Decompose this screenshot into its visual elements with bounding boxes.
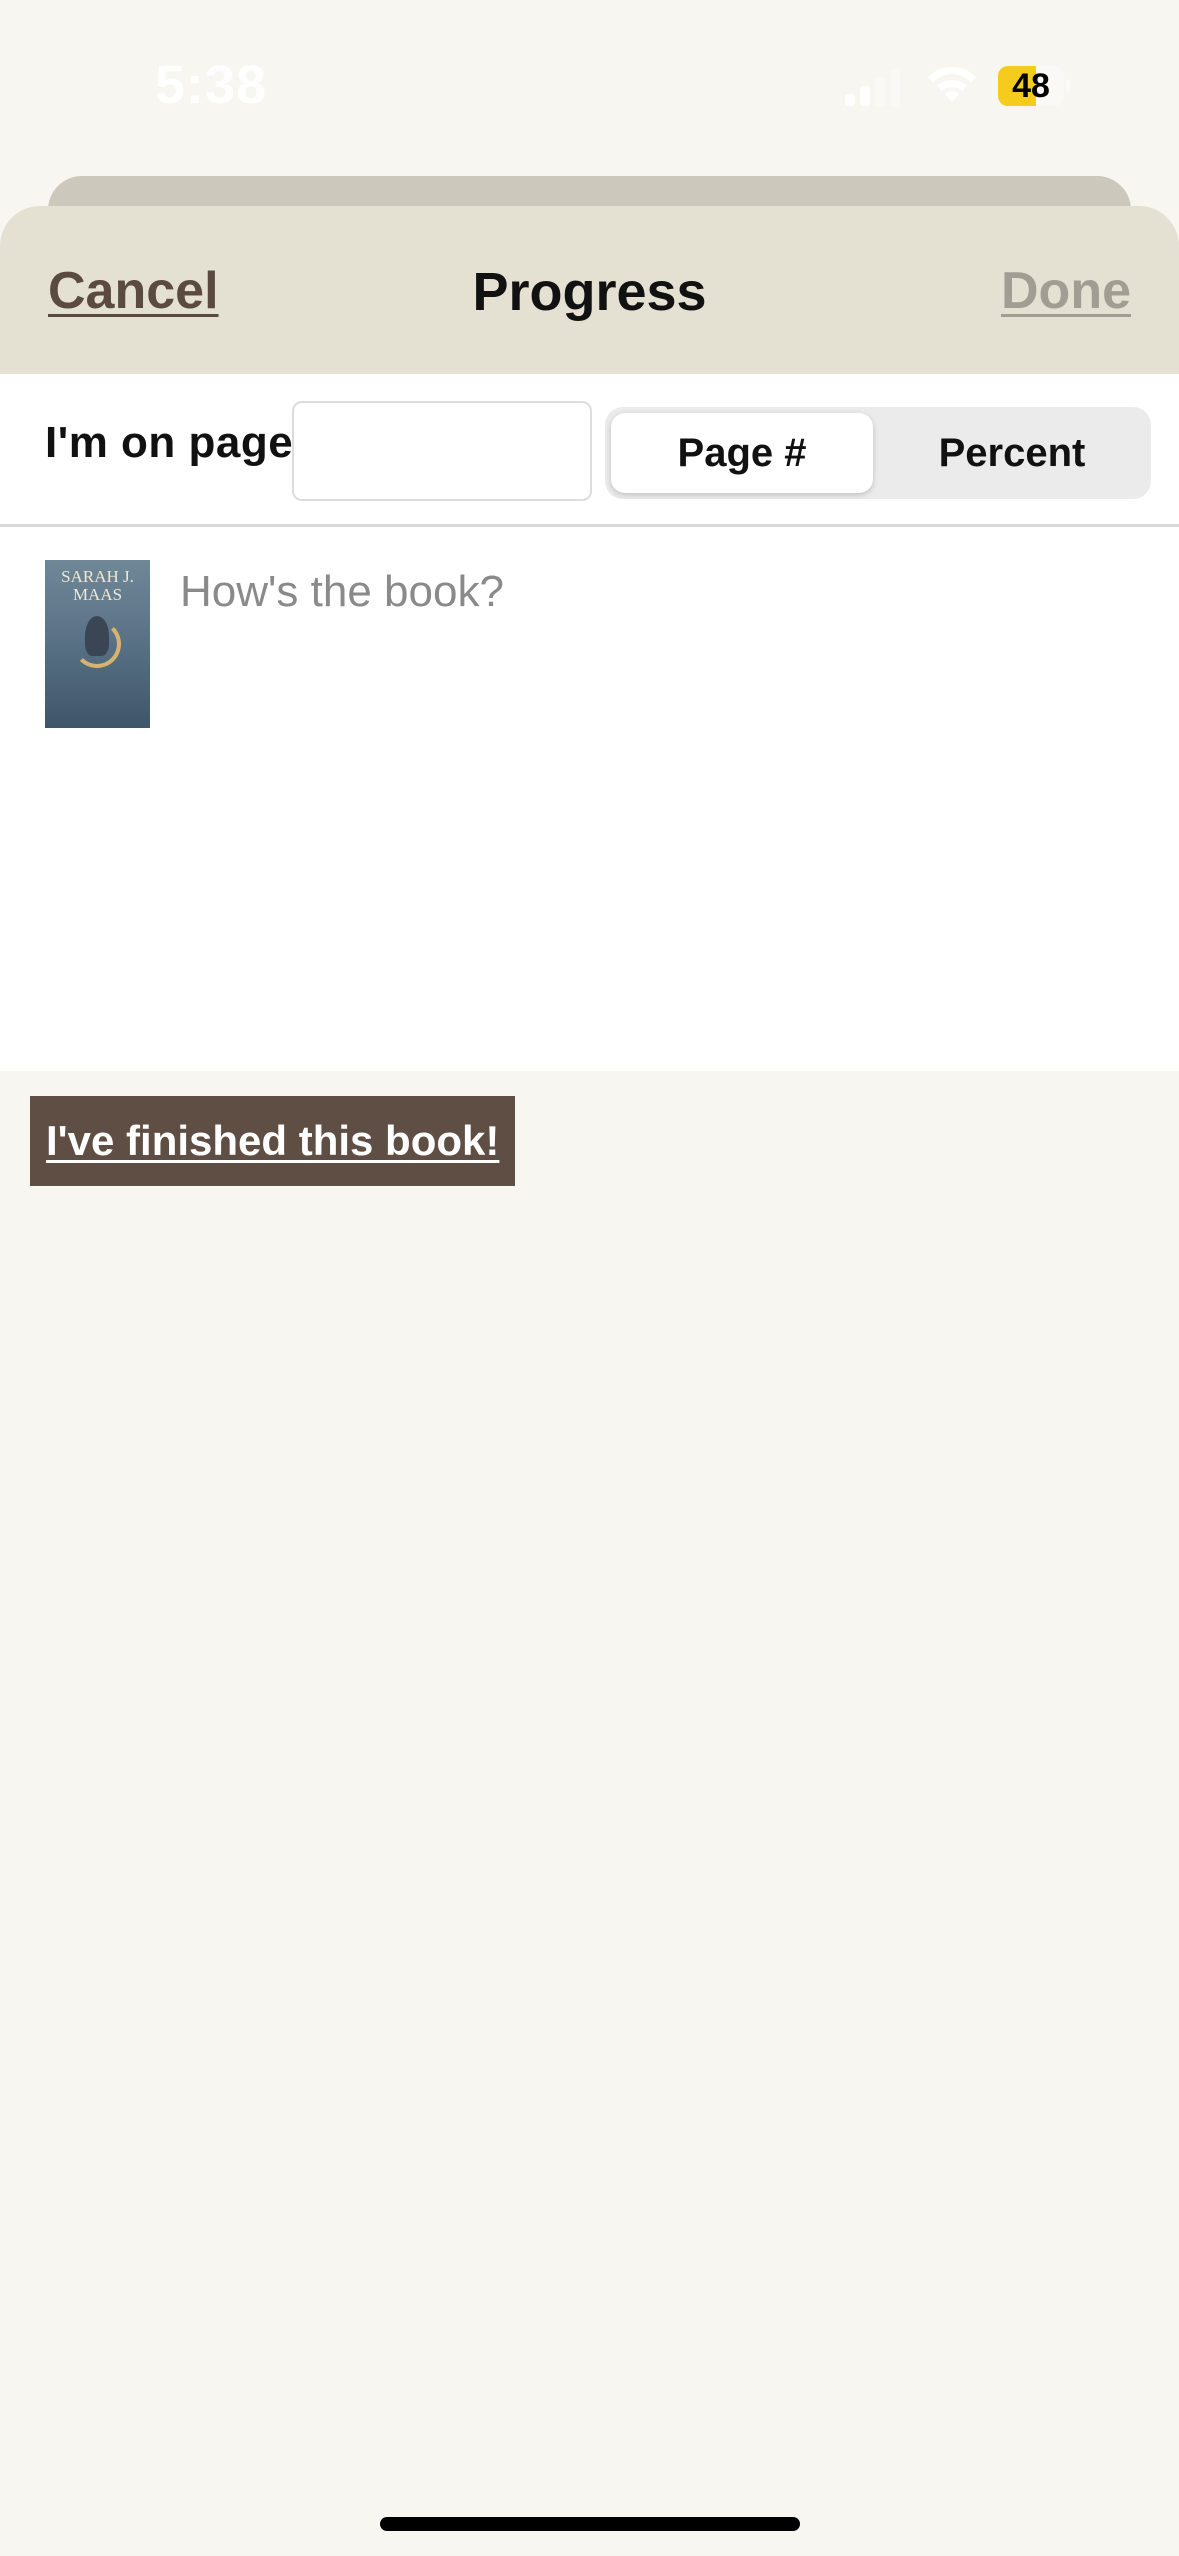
wifi-icon: [928, 67, 976, 102]
comment-input[interactable]: [180, 567, 1140, 1027]
unit-segmented-control: Page # Percent: [605, 407, 1151, 499]
comment-area: SARAH J. MAAS: [0, 527, 1179, 1071]
page-label: I'm on page: [45, 418, 294, 467]
book-cover: SARAH J. MAAS: [45, 560, 150, 728]
page-number-input[interactable]: [292, 401, 592, 501]
battery-level: 48: [1012, 67, 1050, 105]
segment-percent[interactable]: Percent: [873, 413, 1151, 493]
cover-author-line2: MAAS: [72, 585, 123, 604]
nav-bar: Cancel Progress Done: [0, 206, 1179, 374]
page-progress-row: I'm on page Page # Percent: [0, 374, 1179, 527]
home-indicator[interactable]: [380, 2517, 800, 2531]
progress-sheet: Cancel Progress Done I'm on page Page # …: [0, 206, 1179, 2556]
cancel-button[interactable]: Cancel: [48, 261, 219, 321]
done-button[interactable]: Done: [1001, 261, 1131, 321]
status-bar: 5:38 48: [0, 0, 1179, 170]
status-time: 5:38: [155, 55, 268, 115]
segment-page-number[interactable]: Page #: [611, 413, 873, 493]
finished-book-button[interactable]: I've finished this book!: [30, 1096, 516, 1186]
battery-icon: 48: [998, 66, 1070, 106]
progress-screen: 5:38 48 Cancel Progress Done I'm on page: [0, 0, 1179, 2556]
cellular-signal-icon: [845, 66, 905, 106]
cover-figure-art: [85, 616, 109, 656]
cover-author-line1: SARAH J.: [61, 567, 134, 586]
